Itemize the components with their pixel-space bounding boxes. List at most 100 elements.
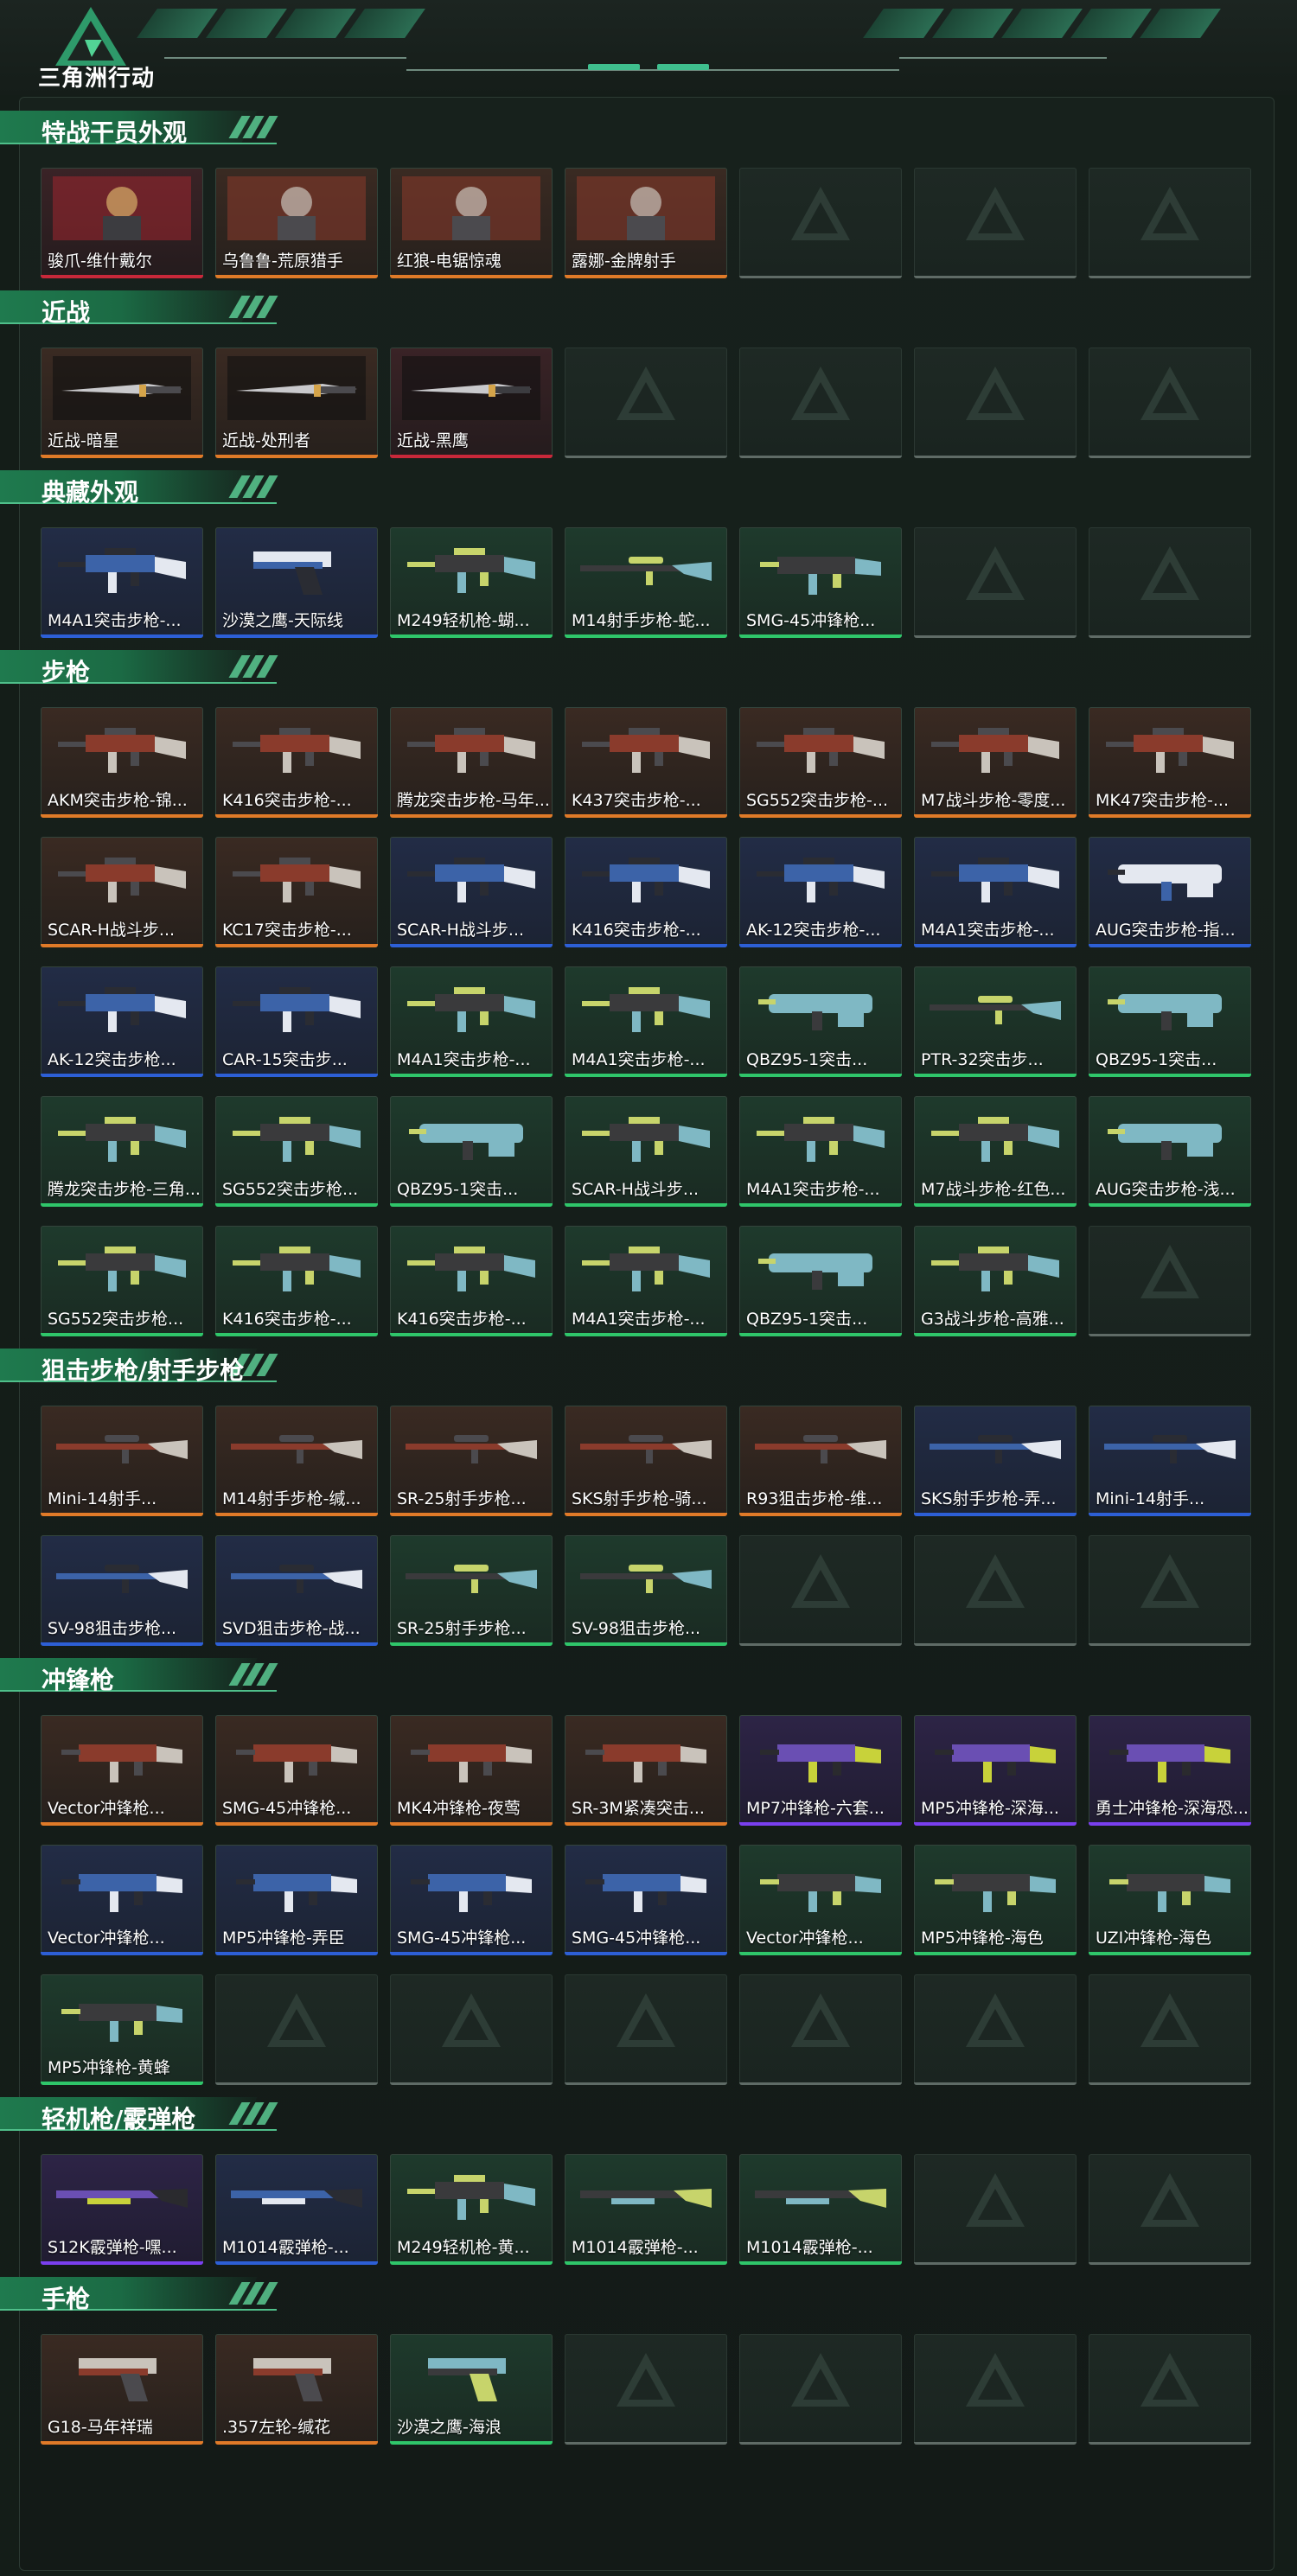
skin-card[interactable]: M7战斗步枪-红色... [914, 1096, 1077, 1207]
game-logo-icon [55, 7, 126, 66]
skin-card[interactable]: M4A1突击步枪-... [565, 1226, 727, 1336]
empty-skin-slot [914, 348, 1077, 458]
skin-card[interactable]: QBZ95-1突击... [739, 966, 902, 1077]
skin-card[interactable]: 近战-处刑者 [215, 348, 378, 458]
skin-card[interactable]: SKS射手步枪-骑... [565, 1406, 727, 1516]
skin-card[interactable]: K437突击步枪-... [565, 707, 727, 818]
skin-card[interactable]: QBZ95-1突击... [739, 1226, 902, 1336]
skin-card[interactable]: R93狙击步枪-维... [739, 1406, 902, 1516]
skin-card[interactable]: KC17突击步枪-... [215, 837, 378, 947]
section-title: 手枪 [42, 2285, 91, 2313]
skin-card[interactable]: AK-12突击步枪-... [739, 837, 902, 947]
skin-card[interactable]: K416突击步枪-... [215, 1226, 378, 1336]
skin-card[interactable]: SVD狙击步枪-战... [215, 1535, 378, 1646]
skin-card[interactable]: SKS射手步枪-弄... [914, 1406, 1077, 1516]
skin-card[interactable]: SMG-45冲锋枪... [215, 1715, 378, 1826]
skin-card[interactable]: M4A1突击步枪-... [914, 837, 1077, 947]
skin-card[interactable]: M1014霰弹枪-... [215, 2154, 378, 2265]
skin-card[interactable]: M1014霰弹枪-... [739, 2154, 902, 2265]
skin-card[interactable]: 近战-黑鹰 [390, 348, 553, 458]
skin-card[interactable]: 乌鲁鲁-荒原猎手 [215, 168, 378, 278]
skin-card[interactable]: SMG-45冲锋枪... [739, 527, 902, 638]
skin-card[interactable]: SCAR-H战斗步... [41, 837, 203, 947]
rarity-bar [41, 1074, 203, 1077]
skin-card[interactable]: SMG-45冲锋枪... [390, 1845, 553, 1955]
skin-card[interactable]: M249轻机枪-黄... [390, 2154, 553, 2265]
skin-card[interactable]: Mini-14射手... [1089, 1406, 1251, 1516]
rarity-bar [739, 1643, 902, 1646]
section-title: 典藏外观 [42, 478, 139, 507]
skin-card[interactable]: M7战斗步枪-零度... [914, 707, 1077, 818]
skin-card[interactable]: K416突击步枪-... [215, 707, 378, 818]
skin-card[interactable]: SCAR-H战斗步... [565, 1096, 727, 1207]
skin-card[interactable]: S12K霰弹枪-嘿... [41, 2154, 203, 2265]
skin-card[interactable]: SG552突击步枪-... [739, 707, 902, 818]
rarity-bar [390, 1074, 553, 1077]
rarity-bar [41, 2441, 203, 2445]
skin-card[interactable]: UZI冲锋枪-海色 [1089, 1845, 1251, 1955]
skin-card[interactable]: 骏爪-维什戴尔 [41, 168, 203, 278]
skin-card[interactable]: M14射手步枪-蛇... [565, 527, 727, 638]
skin-card[interactable]: K416突击步枪-... [390, 1226, 553, 1336]
empty-skin-slot [739, 348, 902, 458]
skin-card[interactable]: MP5冲锋枪-弄臣 [215, 1845, 378, 1955]
skin-card[interactable]: M1014霰弹枪-... [565, 2154, 727, 2265]
skin-name: SMG-45冲锋枪... [397, 1929, 527, 1948]
skin-card[interactable]: .357左轮-缄花 [215, 2334, 378, 2445]
empty-skin-slot [914, 527, 1077, 638]
skin-card[interactable]: G3战斗步枪-高雅... [914, 1226, 1077, 1336]
skin-card[interactable]: CAR-15突击步... [215, 966, 378, 1077]
skin-card[interactable]: 腾龙突击步枪-三角... [41, 1096, 203, 1207]
skin-card[interactable]: SMG-45冲锋枪... [565, 1845, 727, 1955]
skin-card[interactable]: Mini-14射手... [41, 1406, 203, 1516]
skin-card[interactable]: M4A1突击步枪-... [739, 1096, 902, 1207]
skin-card[interactable]: SR-3M紧凑突击... [565, 1715, 727, 1826]
skin-card[interactable]: SV-98狙击步枪... [565, 1535, 727, 1646]
skin-card[interactable]: AUG突击步枪-指... [1089, 837, 1251, 947]
skin-card[interactable]: K416突击步枪-... [565, 837, 727, 947]
skin-card[interactable]: 沙漠之鹰-天际线 [215, 527, 378, 638]
skin-card[interactable]: MK47突击步枪-... [1089, 707, 1251, 818]
empty-skin-slot [390, 1974, 553, 2085]
skin-card[interactable]: AK-12突击步枪... [41, 966, 203, 1077]
skin-name: G3战斗步枪-高雅... [921, 1310, 1064, 1329]
skin-card[interactable]: 红狼-电锯惊魂 [390, 168, 553, 278]
rarity-bar [914, 1822, 1077, 1826]
skin-card[interactable]: MP5冲锋枪-黄蜂 [41, 1974, 203, 2085]
skin-card[interactable]: SR-25射手步枪... [390, 1406, 553, 1516]
skin-card[interactable]: G18-马年祥瑞 [41, 2334, 203, 2445]
skin-card[interactable]: SCAR-H战斗步... [390, 837, 553, 947]
skin-card[interactable]: 近战-暗星 [41, 348, 203, 458]
skin-card[interactable]: SG552突击步枪... [41, 1226, 203, 1336]
rarity-bar [390, 455, 553, 458]
skin-card[interactable]: 沙漠之鹰-海浪 [390, 2334, 553, 2445]
skin-card[interactable]: SR-25射手步枪... [390, 1535, 553, 1646]
skin-card[interactable]: MP7冲锋枪-六套... [739, 1715, 902, 1826]
skin-card[interactable]: PTR-32突击步... [914, 966, 1077, 1077]
skin-card[interactable]: MP5冲锋枪-深海... [914, 1715, 1077, 1826]
rarity-bar [739, 2442, 902, 2445]
skin-card[interactable]: AUG突击步枪-浅... [1089, 1096, 1251, 1207]
skin-card[interactable]: SG552突击步枪... [215, 1096, 378, 1207]
skin-card[interactable]: M4A1突击步枪-... [390, 966, 553, 1077]
skin-card[interactable]: 勇士冲锋枪-深海恐... [1089, 1715, 1251, 1826]
rarity-bar [565, 1074, 727, 1077]
skin-card[interactable]: M4A1突击步枪-... [565, 966, 727, 1077]
skin-card[interactable]: Vector冲锋枪... [41, 1845, 203, 1955]
skin-card[interactable]: Vector冲锋枪... [739, 1845, 902, 1955]
skin-card[interactable]: MK4冲锋枪-夜莺 [390, 1715, 553, 1826]
skin-card[interactable]: 腾龙突击步枪-马年... [390, 707, 553, 818]
skin-card[interactable]: QBZ95-1突击... [1089, 966, 1251, 1077]
skin-card[interactable]: 露娜-金牌射手 [565, 168, 727, 278]
skin-card[interactable]: SV-98狙击步枪... [41, 1535, 203, 1646]
skin-card[interactable]: Vector冲锋枪... [41, 1715, 203, 1826]
skin-card[interactable]: M249轻机枪-蝴... [390, 527, 553, 638]
rarity-bar [739, 814, 902, 818]
skin-card[interactable]: AKM突击步枪-锦... [41, 707, 203, 818]
skin-card[interactable]: MP5冲锋枪-海色 [914, 1845, 1077, 1955]
skin-card[interactable]: M14射手步枪-缄... [215, 1406, 378, 1516]
header-line [406, 69, 899, 71]
placeholder-logo-icon [1140, 367, 1199, 420]
skin-card[interactable]: M4A1突击步枪-... [41, 527, 203, 638]
skin-card[interactable]: QBZ95-1突击... [390, 1096, 553, 1207]
